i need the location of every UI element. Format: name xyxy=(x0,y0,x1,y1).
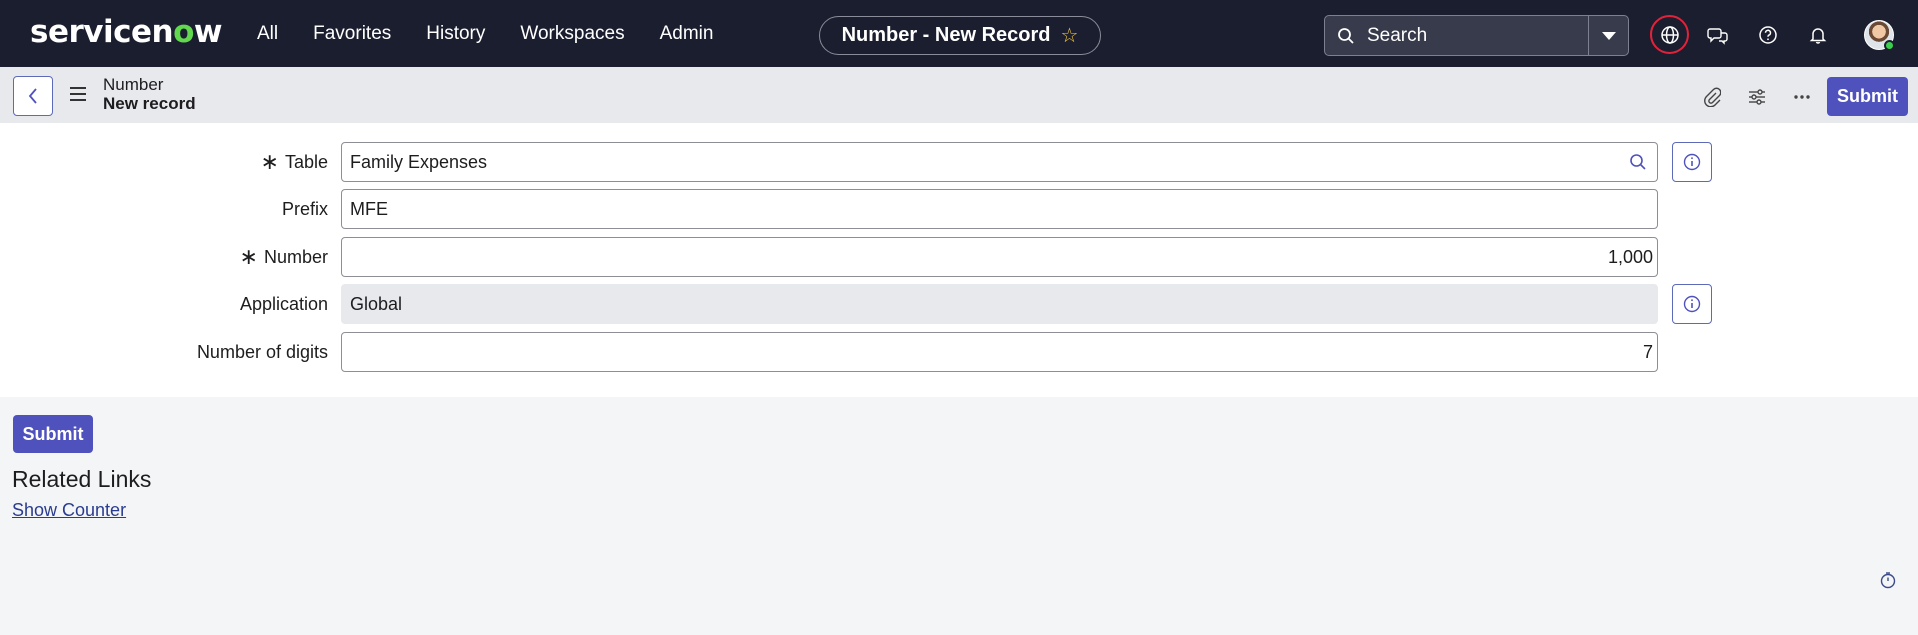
prefix-field[interactable] xyxy=(341,189,1658,229)
search-scope-dropdown[interactable] xyxy=(1588,16,1628,55)
show-counter-link[interactable]: Show Counter xyxy=(12,500,126,521)
digits-row: Number of digits xyxy=(0,332,1918,372)
info-icon xyxy=(1683,153,1701,171)
sliders-icon[interactable] xyxy=(1744,84,1770,110)
number-of-digits-field[interactable] xyxy=(341,332,1658,372)
chat-icon[interactable] xyxy=(1700,17,1736,53)
chevron-down-icon xyxy=(1601,31,1616,40)
application-info-button[interactable] xyxy=(1672,284,1712,324)
number-label-text: Number xyxy=(263,246,328,267)
table-label-text: Table xyxy=(284,151,328,172)
online-status-dot xyxy=(1884,40,1895,51)
back-button[interactable] xyxy=(13,76,53,116)
bell-icon[interactable] xyxy=(1800,17,1836,53)
servicenow-logo[interactable]: servicenow xyxy=(30,14,223,50)
number-field-label: ∗ Number xyxy=(240,237,328,277)
nav-all[interactable]: All xyxy=(257,23,278,45)
prefix-row: Prefix xyxy=(0,189,1918,229)
submit-button-header[interactable]: Submit xyxy=(1827,77,1908,116)
form-header: Number New record Submit xyxy=(0,67,1918,123)
required-icon: ∗ xyxy=(260,149,279,174)
related-links-heading: Related Links xyxy=(12,466,152,492)
table-field-label: ∗ Table xyxy=(261,142,328,182)
search-input[interactable] xyxy=(1367,24,1587,47)
digits-field-label: Number of digits xyxy=(197,332,328,372)
global-search xyxy=(1324,15,1629,56)
nav-history[interactable]: History xyxy=(426,23,485,45)
required-icon: ∗ xyxy=(239,244,258,269)
number-field[interactable] xyxy=(341,237,1658,277)
main-menu: All Favorites History Workspaces Admin xyxy=(257,0,748,67)
timer-icon[interactable] xyxy=(1879,571,1897,589)
record-form: ∗ Table Prefix ∗ Number Application xyxy=(0,123,1918,397)
logo-text-1: servicen xyxy=(30,14,174,50)
avatar[interactable] xyxy=(1864,20,1895,51)
more-icon[interactable] xyxy=(1789,84,1815,110)
page-title: Number - New Record xyxy=(841,24,1051,46)
back-icon xyxy=(28,88,37,104)
page-title-pill[interactable]: Number - New Record ☆ xyxy=(819,16,1101,55)
submit-button[interactable]: Submit xyxy=(13,415,93,453)
nav-favorites[interactable]: Favorites xyxy=(313,23,391,45)
hamburger-icon[interactable] xyxy=(70,87,86,101)
prefix-field-label: Prefix xyxy=(282,189,328,229)
logo-text-2: w xyxy=(193,14,223,50)
paperclip-icon[interactable] xyxy=(1699,84,1725,110)
help-icon[interactable] xyxy=(1750,17,1786,53)
record-status: New record xyxy=(103,94,196,113)
search-icon[interactable] xyxy=(1325,15,1367,56)
table-info-button[interactable] xyxy=(1672,142,1712,182)
number-row: ∗ Number xyxy=(0,237,1918,277)
top-navigation-bar: servicenow All Favorites History Workspa… xyxy=(0,0,1918,67)
table-field[interactable] xyxy=(341,142,1620,182)
application-row: Application xyxy=(0,284,1918,324)
nav-admin[interactable]: Admin xyxy=(660,23,714,45)
star-icon[interactable]: ☆ xyxy=(1061,23,1079,48)
digits-label-text: Number of digits xyxy=(196,341,328,362)
prefix-label-text: Prefix xyxy=(281,198,328,219)
lookup-search-icon[interactable] xyxy=(1619,142,1658,182)
table-row: ∗ Table xyxy=(0,142,1918,182)
info-icon xyxy=(1683,295,1701,313)
record-title: Number New record xyxy=(103,75,196,113)
globe-icon[interactable] xyxy=(1650,15,1689,54)
logo-text-o: o xyxy=(173,14,194,50)
nav-workspaces[interactable]: Workspaces xyxy=(520,23,624,45)
application-field xyxy=(341,284,1658,324)
application-label-text: Application xyxy=(239,293,328,314)
application-field-label: Application xyxy=(240,284,328,324)
record-table-name: Number xyxy=(103,75,164,94)
